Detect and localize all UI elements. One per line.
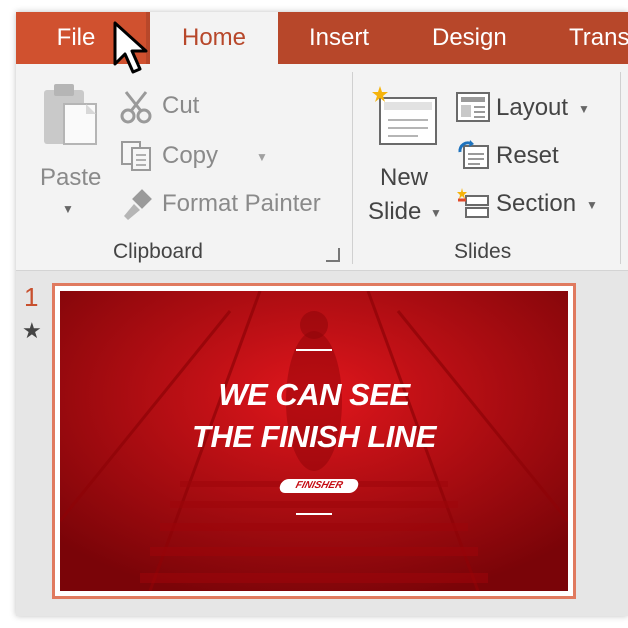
slide-thumbnail-1[interactable]: WE CAN SEE THE FINISH LINE FINISHER: [52, 283, 576, 599]
slide-animation-star-icon: ★: [22, 318, 42, 343]
slide-title-line2: THE FINISH LINE: [192, 419, 436, 454]
group-separator: [620, 72, 621, 264]
slide-preview: WE CAN SEE THE FINISH LINE FINISHER: [60, 291, 568, 591]
copy-dropdown-arrow[interactable]: ▼: [256, 150, 268, 164]
tab-transitions[interactable]: Trans: [569, 12, 628, 64]
tab-insert[interactable]: Insert: [309, 12, 369, 64]
layout-dropdown-arrow[interactable]: ▼: [578, 102, 590, 116]
group-separator: [352, 72, 353, 264]
finisher-logo-badge: FINISHER: [278, 479, 360, 493]
slide-title-line1: WE CAN SEE: [218, 377, 410, 412]
new-slide-dropdown-arrow[interactable]: ▼: [430, 206, 442, 220]
clipboard-group-label: Clipboard: [113, 240, 203, 263]
scissors-icon: [120, 91, 152, 124]
new-slide-button[interactable]: New Slide ▼: [368, 74, 448, 225]
layout-button[interactable]: Layout ▼: [456, 90, 596, 124]
cut-button[interactable]: Cut: [120, 90, 230, 124]
ribbon-home: Paste ▼ Cut Copy ▼ Format Painter Clipbo…: [16, 64, 628, 271]
cut-label: Cut: [162, 92, 200, 119]
new-slide-icon: [372, 86, 437, 145]
clipboard-paste-icon: [44, 84, 97, 145]
title-top-divider: [296, 349, 332, 351]
clipboard-dialog-launcher-icon[interactable]: [326, 248, 340, 262]
format-painter-button[interactable]: Format Painter: [120, 186, 340, 220]
section-button[interactable]: Section ▼: [456, 186, 606, 220]
reset-label: Reset: [496, 142, 559, 169]
paste-dropdown-arrow[interactable]: ▼: [62, 202, 74, 216]
new-slide-label-line1: New: [380, 164, 429, 191]
title-bottom-divider: [296, 513, 332, 515]
copy-label: Copy: [162, 142, 219, 169]
copy-icon: [121, 141, 151, 171]
reset-button[interactable]: Reset: [456, 138, 576, 172]
reset-icon: [458, 140, 489, 169]
format-painter-label: Format Painter: [162, 190, 321, 217]
section-dropdown-arrow[interactable]: ▼: [586, 198, 598, 212]
section-label: Section: [496, 190, 577, 217]
paste-button[interactable]: Paste ▼: [30, 74, 110, 224]
copy-button[interactable]: Copy ▼: [120, 138, 270, 172]
new-slide-label-line2: Slide: [368, 198, 422, 225]
slide-number: 1: [24, 282, 39, 312]
ribbon-tab-bar: File Home Insert Design Trans: [16, 12, 628, 66]
section-icon: [457, 188, 489, 218]
paste-label: Paste: [40, 164, 102, 191]
slides-group-label: Slides: [454, 240, 512, 263]
paintbrush-icon: [124, 189, 152, 220]
layout-label: Layout: [496, 94, 569, 121]
layout-icon: [456, 92, 490, 122]
mouse-cursor-icon: [113, 21, 148, 74]
tab-design[interactable]: Design: [432, 12, 507, 64]
tab-home[interactable]: Home: [150, 12, 278, 66]
